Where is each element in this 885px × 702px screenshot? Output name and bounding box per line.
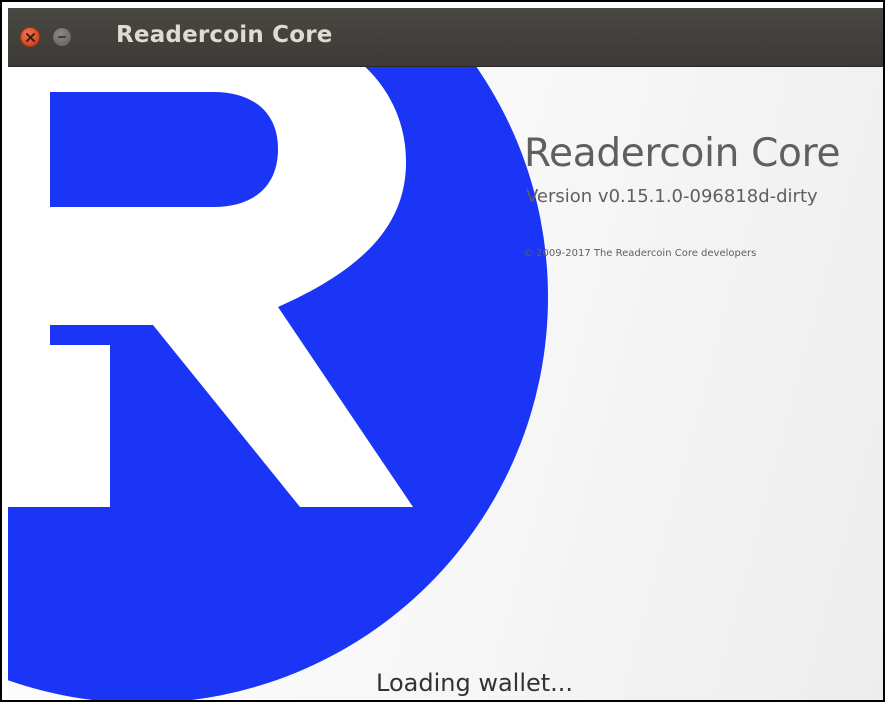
splash-content: Readercoin Core Version v0.15.1.0-096818… (8, 67, 885, 702)
close-icon (26, 33, 35, 42)
title-bar[interactable]: Readercoin Core (8, 8, 885, 67)
loading-status: Loading wallet... (376, 669, 574, 697)
splash-window: Readercoin Core Readercoin Core Version … (8, 8, 885, 702)
copyright-label: © 2009-2017 The Readercoin Core develope… (523, 248, 757, 259)
minimize-button[interactable] (52, 27, 72, 47)
app-name: Readercoin Core (524, 131, 841, 176)
minimize-icon (58, 36, 66, 38)
window-title: Readercoin Core (116, 22, 333, 48)
version-label: Version v0.15.1.0-096818d-dirty (526, 186, 818, 207)
close-button[interactable] (20, 27, 40, 47)
